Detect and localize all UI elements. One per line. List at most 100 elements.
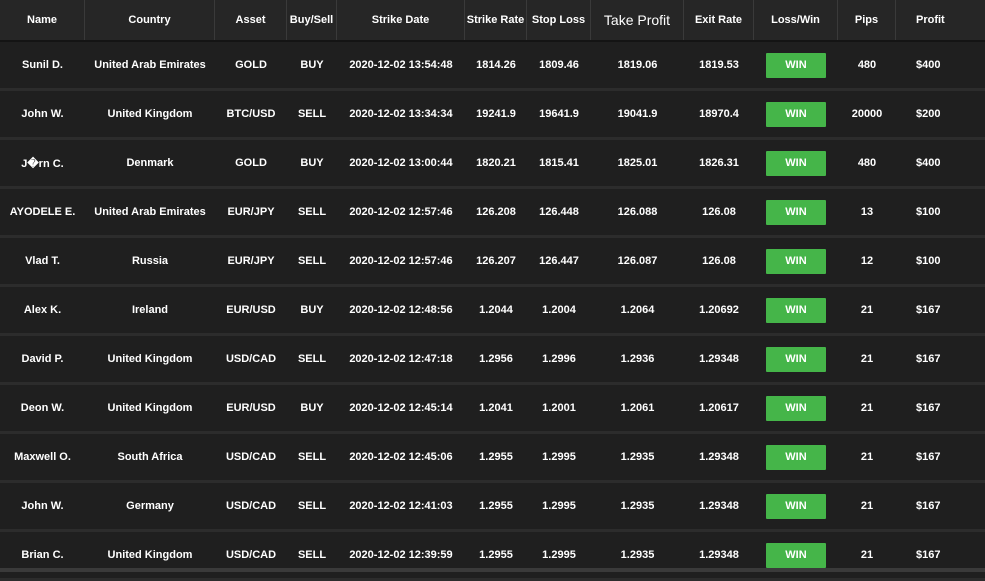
cell-strike-rate: 1820.21 bbox=[476, 157, 516, 169]
cell-asset: EUR/JPY bbox=[227, 206, 275, 218]
cell-stop-loss: 1.2995 bbox=[542, 500, 576, 512]
cell-exit-rate: 1819.53 bbox=[699, 59, 739, 71]
cell-buy-sell: SELL bbox=[297, 108, 327, 120]
cell-loss-win: WIN bbox=[754, 91, 838, 137]
header-name[interactable]: Name bbox=[0, 0, 85, 40]
cell-stop-loss: 1.2995 bbox=[542, 451, 576, 463]
cell-stop-loss: 126.447 bbox=[539, 255, 579, 267]
cell-exit-rate: 1.29348 bbox=[699, 451, 739, 463]
cell-buy-sell: SELL bbox=[297, 353, 327, 365]
cell-asset: EUR/USD bbox=[226, 304, 276, 316]
cell-strike-rate: 1.2041 bbox=[479, 402, 513, 414]
cell-name: John W. bbox=[21, 108, 64, 120]
cell-country: United Kingdom bbox=[107, 402, 193, 414]
cell-exit-rate: 1.29348 bbox=[699, 500, 739, 512]
cell-country: Ireland bbox=[131, 304, 169, 316]
cell-profit: $167 bbox=[916, 402, 941, 414]
header-take-profit[interactable]: Take Profit bbox=[591, 0, 684, 40]
table-header: Name Country Asset Buy/Sell Strike Date … bbox=[0, 0, 985, 42]
table-row: John W. United Kingdom BTC/USD SELL 2020… bbox=[0, 91, 985, 140]
cell-strike-date: 2020-12-02 13:34:34 bbox=[349, 108, 453, 120]
win-badge: WIN bbox=[766, 346, 826, 372]
cell-exit-rate: 1.20692 bbox=[699, 304, 739, 316]
cell-name: David P. bbox=[21, 353, 64, 365]
cell-profit: $167 bbox=[916, 353, 941, 365]
cell-strike-rate: 126.208 bbox=[476, 206, 516, 218]
header-asset[interactable]: Asset bbox=[215, 0, 287, 40]
horizontal-scrollbar[interactable] bbox=[0, 568, 985, 572]
cell-strike-rate: 1814.26 bbox=[476, 59, 516, 71]
cell-pips: 21 bbox=[860, 500, 874, 512]
cell-loss-win: WIN bbox=[754, 336, 838, 382]
cell-strike-date: 2020-12-02 12:57:46 bbox=[349, 206, 453, 218]
table-row: AYODELE E. United Arab Emirates EUR/JPY … bbox=[0, 189, 985, 238]
header-country[interactable]: Country bbox=[85, 0, 215, 40]
cell-strike-rate: 1.2044 bbox=[479, 304, 513, 316]
header-buy-sell[interactable]: Buy/Sell bbox=[287, 0, 337, 40]
header-loss-win[interactable]: Loss/Win bbox=[754, 0, 838, 40]
cell-profit: $167 bbox=[916, 451, 941, 463]
cell-loss-win: WIN bbox=[754, 140, 838, 186]
cell-strike-rate: 19241.9 bbox=[476, 108, 516, 120]
win-badge: WIN bbox=[766, 101, 826, 127]
cell-stop-loss: 19641.9 bbox=[539, 108, 579, 120]
cell-profit: $167 bbox=[916, 304, 941, 316]
cell-stop-loss: 1815.41 bbox=[539, 157, 579, 169]
cell-pips: 21 bbox=[860, 353, 874, 365]
cell-buy-sell: SELL bbox=[297, 451, 327, 463]
win-badge: WIN bbox=[766, 52, 826, 78]
table-row: Vlad T. Russia EUR/JPY SELL 2020-12-02 1… bbox=[0, 238, 985, 287]
cell-take-profit: 126.088 bbox=[617, 206, 658, 218]
cell-asset: GOLD bbox=[235, 59, 267, 71]
header-strike-rate[interactable]: Strike Rate bbox=[465, 0, 527, 40]
cell-asset: USD/CAD bbox=[225, 500, 277, 512]
cell-strike-date: 2020-12-02 12:41:03 bbox=[349, 500, 453, 512]
cell-take-profit: 1.2061 bbox=[620, 402, 655, 414]
cell-pips: 21 bbox=[860, 304, 874, 316]
header-exit-rate[interactable]: Exit Rate bbox=[684, 0, 754, 40]
cell-country: Russia bbox=[131, 255, 169, 267]
cell-take-profit: 1.2935 bbox=[620, 500, 655, 512]
table-row: Alex K. Ireland EUR/USD BUY 2020-12-02 1… bbox=[0, 287, 985, 336]
cell-country: United Kingdom bbox=[107, 108, 193, 120]
cell-take-profit: 1.2936 bbox=[620, 353, 655, 365]
cell-take-profit: 126.087 bbox=[617, 255, 658, 267]
win-badge: WIN bbox=[766, 444, 826, 470]
win-badge: WIN bbox=[766, 297, 826, 323]
cell-pips: 20000 bbox=[851, 108, 883, 120]
table-row: J�rn C. Denmark GOLD BUY 2020-12-02 13:0… bbox=[0, 140, 985, 189]
cell-profit: $100 bbox=[916, 206, 941, 218]
table-row: Brian C. United Kingdom USD/CAD SELL 202… bbox=[0, 532, 985, 581]
cell-asset: USD/CAD bbox=[225, 451, 277, 463]
cell-buy-sell: BUY bbox=[300, 304, 324, 316]
table-row: Maxwell O. South Africa USD/CAD SELL 202… bbox=[0, 434, 985, 483]
cell-country: South Africa bbox=[117, 451, 183, 463]
win-badge: WIN bbox=[766, 150, 826, 176]
win-badge: WIN bbox=[766, 199, 826, 225]
cell-pips: 480 bbox=[857, 59, 877, 71]
cell-profit: $400 bbox=[916, 59, 941, 71]
cell-name: Maxwell O. bbox=[14, 451, 71, 463]
header-pips[interactable]: Pips bbox=[838, 0, 896, 40]
cell-loss-win: WIN bbox=[754, 434, 838, 480]
cell-country: United Arab Emirates bbox=[94, 206, 206, 218]
cell-strike-rate: 1.2956 bbox=[479, 353, 513, 365]
cell-pips: 21 bbox=[860, 402, 874, 414]
cell-profit: $100 bbox=[916, 255, 941, 267]
header-stop-loss[interactable]: Stop Loss bbox=[527, 0, 591, 40]
cell-exit-rate: 1.20617 bbox=[699, 402, 739, 414]
cell-strike-date: 2020-12-02 13:54:48 bbox=[349, 59, 453, 71]
cell-loss-win: WIN bbox=[754, 42, 838, 88]
header-profit[interactable]: Profit bbox=[896, 0, 985, 40]
cell-strike-date: 2020-12-02 12:57:46 bbox=[349, 255, 453, 267]
cell-take-profit: 1.2935 bbox=[620, 451, 655, 463]
cell-loss-win: WIN bbox=[754, 287, 838, 333]
cell-name: Alex K. bbox=[23, 304, 62, 316]
cell-stop-loss: 1.2996 bbox=[542, 353, 576, 365]
cell-profit: $167 bbox=[916, 500, 941, 512]
cell-pips: 480 bbox=[857, 157, 877, 169]
header-strike-date[interactable]: Strike Date bbox=[337, 0, 465, 40]
cell-name: John W. bbox=[21, 500, 64, 512]
cell-name: J�rn C. bbox=[21, 157, 64, 170]
cell-buy-sell: SELL bbox=[297, 255, 327, 267]
